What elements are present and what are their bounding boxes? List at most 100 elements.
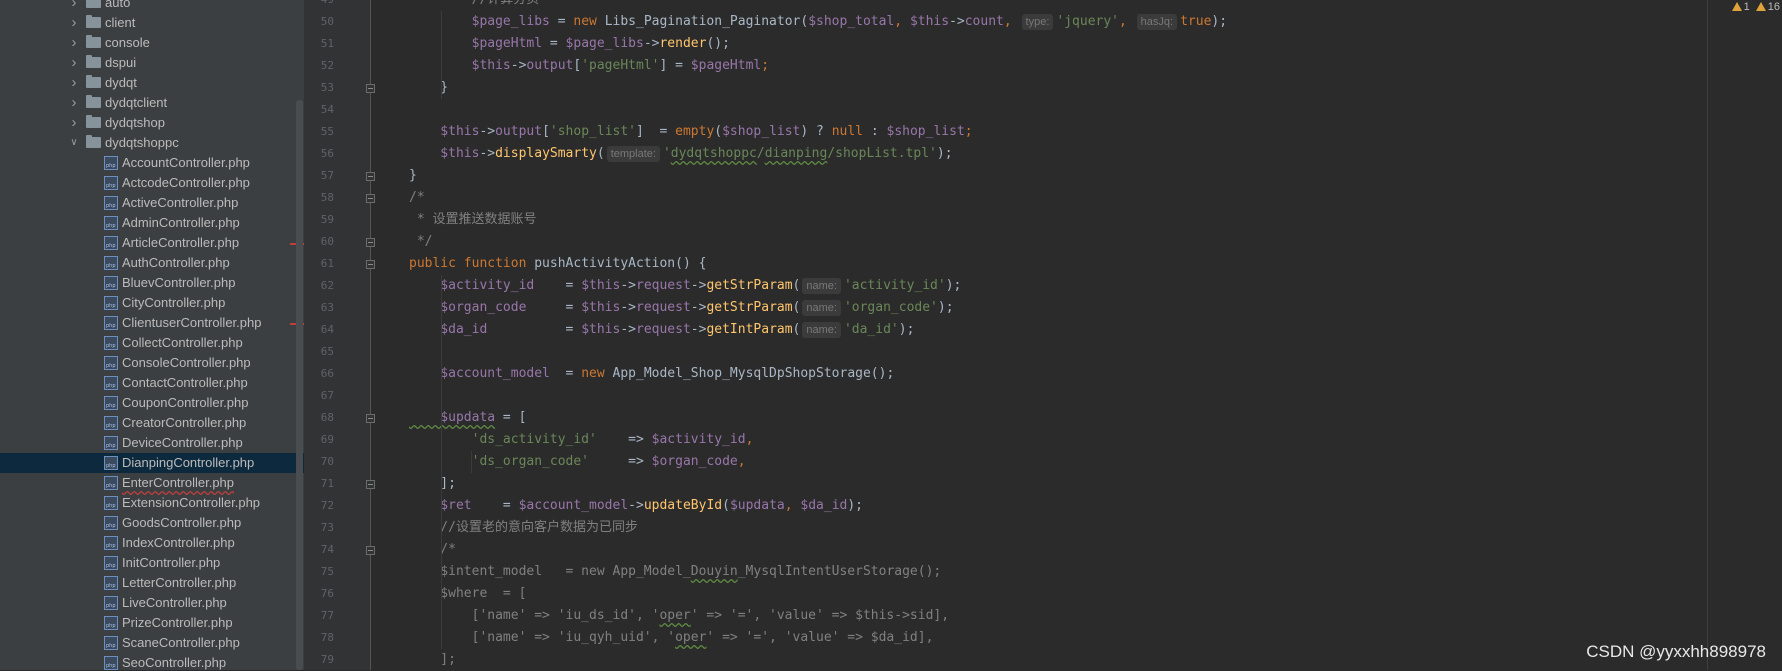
- tree-folder-item[interactable]: › dydqt: [0, 73, 304, 93]
- fold-marker-icon[interactable]: [366, 194, 375, 203]
- line-number: 56: [320, 147, 334, 160]
- tree-item-label: dspui: [105, 55, 137, 70]
- code-line[interactable]: $organ_code = $this->request->getStrPara…: [409, 297, 954, 319]
- tree-folder-item[interactable]: › console: [0, 33, 304, 53]
- code-line[interactable]: /*: [409, 187, 425, 209]
- fold-marker-icon[interactable]: [366, 480, 375, 489]
- chevron-down-icon[interactable]: ∨: [68, 136, 80, 150]
- tree-file-item[interactable]: SeoController.php: [0, 653, 304, 670]
- inspection-widget[interactable]: 1 16: [1731, 0, 1782, 14]
- tree-file-item[interactable]: DeviceController.php: [0, 433, 304, 453]
- code-line[interactable]: //计算分页: [409, 0, 540, 11]
- code-line[interactable]: 'ds_activity_id' => $activity_id,: [409, 429, 754, 451]
- code-line[interactable]: }: [409, 77, 448, 99]
- code-line[interactable]: $this->output['shop_list'] = empty($shop…: [409, 121, 972, 143]
- tree-file-item[interactable]: ArticleController.php: [0, 233, 304, 253]
- code-token: $this: [581, 278, 621, 293]
- code-token: $account_model: [518, 498, 629, 513]
- code-line[interactable]: $this->displaySmarty(template:'dydqtshop…: [409, 143, 953, 165]
- php-file-icon: [104, 476, 118, 490]
- chevron-right-icon[interactable]: ›: [68, 95, 80, 110]
- code-line[interactable]: $intent_model = new App_Model_Douyin_Mys…: [409, 561, 941, 583]
- fold-marker-icon[interactable]: [366, 238, 375, 247]
- tree-file-item[interactable]: ActiveController.php: [0, 193, 304, 213]
- chevron-right-icon[interactable]: ›: [68, 115, 80, 130]
- code-line[interactable]: $this->output['pageHtml'] = $pageHtml;: [409, 55, 769, 77]
- fold-marker-icon[interactable]: [366, 546, 375, 555]
- tree-file-item[interactable]: ClientuserController.php: [0, 313, 304, 333]
- tree-file-item[interactable]: CityController.php: [0, 293, 304, 313]
- code-line[interactable]: 'ds_organ_code' => $organ_code,: [409, 451, 746, 473]
- code-line[interactable]: ['name' => 'iu_ds_id', 'oper' => '=', 'v…: [409, 605, 949, 627]
- tree-file-item[interactable]: CouponController.php: [0, 393, 304, 413]
- code-line[interactable]: ];: [409, 649, 456, 671]
- code-token: null: [831, 124, 864, 139]
- tree-file-item[interactable]: LiveController.php: [0, 593, 304, 613]
- code-line[interactable]: * 设置推送数据账号: [409, 209, 537, 231]
- tree-file-item[interactable]: CreatorController.php: [0, 413, 304, 433]
- fold-marker-icon[interactable]: [366, 260, 375, 269]
- code-line[interactable]: //设置老的意向客户数据为已同步: [409, 517, 638, 539]
- fold-marker-icon[interactable]: [366, 414, 375, 423]
- code-line[interactable]: */: [409, 231, 433, 253]
- tree-item-label: console: [105, 35, 150, 50]
- code-line[interactable]: $page_libs = new Libs_Pagination_Paginat…: [409, 11, 1227, 33]
- code-token: /: [756, 146, 765, 161]
- tree-folder-item[interactable]: › dydqtclient: [0, 93, 304, 113]
- tree-file-item[interactable]: DianpingController.php: [0, 453, 304, 473]
- tree-file-item[interactable]: AuthController.php: [0, 253, 304, 273]
- tree-file-item[interactable]: AdminController.php: [0, 213, 304, 233]
- tree-file-item[interactable]: EnterController.php: [0, 473, 304, 493]
- tree-file-item[interactable]: ScaneController.php: [0, 633, 304, 653]
- tree-folder-item[interactable]: › dydqtshop: [0, 113, 304, 133]
- tree-folder-item[interactable]: › auto: [0, 0, 304, 13]
- tree-file-item[interactable]: ContactController.php: [0, 373, 304, 393]
- code-line[interactable]: $where = [: [409, 583, 526, 605]
- tree-file-item[interactable]: ExtensionController.php: [0, 493, 304, 513]
- chevron-right-icon[interactable]: ›: [68, 0, 80, 10]
- code-line[interactable]: ['name' => 'iu_qyh_uid', 'oper' => '=', …: [409, 627, 934, 649]
- php-file-icon: [104, 216, 118, 230]
- code-line[interactable]: public function pushActivityAction() {: [409, 253, 706, 275]
- tree-file-item[interactable]: GoodsController.php: [0, 513, 304, 533]
- tree-file-item[interactable]: InitController.php: [0, 553, 304, 573]
- tree-file-item[interactable]: CollectController.php: [0, 333, 304, 353]
- project-scrollbar[interactable]: [296, 100, 303, 670]
- weak-warning-count[interactable]: 16: [1755, 1, 1780, 13]
- code-token: ();: [706, 36, 730, 51]
- tree-folder-item[interactable]: › client: [0, 13, 304, 33]
- code-token: $page_libs: [409, 14, 550, 29]
- fold-marker-icon[interactable]: [366, 172, 375, 181]
- code-token: ': [662, 146, 671, 161]
- tree-folder-item[interactable]: › dspui: [0, 53, 304, 73]
- code-line[interactable]: }: [409, 165, 417, 187]
- code-line[interactable]: $account_model = new App_Model_Shop_Mysq…: [409, 363, 894, 385]
- tree-file-item[interactable]: PrizeController.php: [0, 613, 304, 633]
- tree-file-item[interactable]: ActcodeController.php: [0, 173, 304, 193]
- code-line[interactable]: $da_id = $this->request->getIntParam(nam…: [409, 319, 914, 341]
- code-line[interactable]: ];: [409, 473, 456, 495]
- chevron-right-icon[interactable]: ›: [68, 55, 80, 70]
- code-editor[interactable]: //计算分页 $page_libs = new Libs_Pagination_…: [371, 0, 1782, 670]
- tree-file-item[interactable]: ConsoleController.php: [0, 353, 304, 373]
- tree-file-item[interactable]: BluevController.php: [0, 273, 304, 293]
- code-line[interactable]: $activity_id = $this->request->getStrPar…: [409, 275, 961, 297]
- code-line[interactable]: $ret = $account_model->updateById($updat…: [409, 495, 863, 517]
- chevron-right-icon[interactable]: ›: [68, 35, 80, 50]
- code-line[interactable]: $pageHtml = $page_libs->render();: [409, 33, 730, 55]
- tree-file-item[interactable]: LetterController.php: [0, 573, 304, 593]
- warning-count[interactable]: 1: [1731, 1, 1750, 13]
- code-line[interactable]: /*: [409, 539, 456, 561]
- tree-file-item[interactable]: AccountController.php: [0, 153, 304, 173]
- chevron-right-icon[interactable]: ›: [68, 75, 80, 90]
- tree-file-item[interactable]: IndexController.php: [0, 533, 304, 553]
- line-number: 65: [320, 345, 334, 358]
- code-line[interactable]: $updata = [: [409, 407, 526, 429]
- code-token: ->: [643, 36, 660, 51]
- fold-marker-icon[interactable]: [366, 84, 375, 93]
- parameter-hint: name:: [802, 322, 841, 338]
- chevron-right-icon[interactable]: ›: [68, 15, 80, 30]
- tree-folder-item[interactable]: ∨ dydqtshoppc: [0, 133, 304, 153]
- tree-item-label: AccountController.php: [122, 155, 250, 170]
- line-number: 59: [320, 213, 334, 226]
